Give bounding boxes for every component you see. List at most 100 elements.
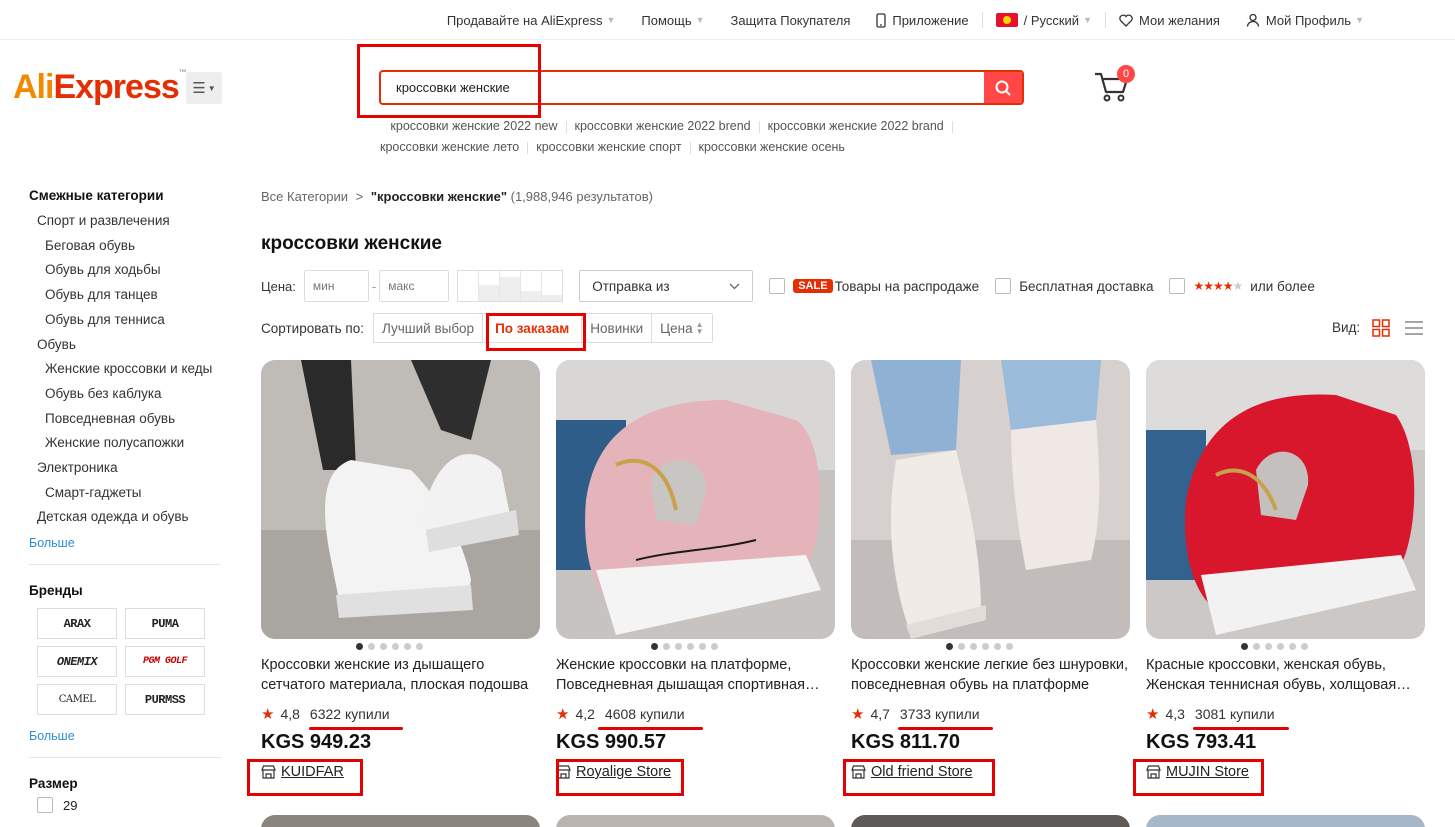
- free-shipping-filter[interactable]: Бесплатная доставка: [995, 278, 1153, 294]
- annotation-underline: [1193, 727, 1289, 730]
- free-shipping-checkbox[interactable]: [995, 278, 1012, 294]
- price-min-input[interactable]: [303, 270, 369, 302]
- buyer-protection-label: Защита Покупателя: [730, 12, 851, 28]
- sold-count: 3733 купили: [899, 706, 980, 722]
- sale-filter[interactable]: SALE Товары на распродаже: [769, 278, 979, 294]
- profile-link[interactable]: Мой Профиль ▼: [1233, 13, 1377, 28]
- sale-checkbox[interactable]: [769, 278, 786, 294]
- star-icon: ★: [261, 706, 275, 723]
- chevron-down-icon: ▼: [606, 15, 616, 25]
- wishlist-label: Мои желания: [1139, 12, 1220, 28]
- product-image-next-row: [261, 815, 540, 827]
- sell-link[interactable]: Продавайте на AliExpress ▼: [434, 13, 629, 28]
- chevron-down-icon: [729, 283, 740, 289]
- brands-more-link[interactable]: Больше: [29, 729, 229, 743]
- search-suggestions: кроссовки женские 2022 new кроссовки женс…: [380, 116, 1080, 158]
- brand-logo-button[interactable]: ONEMIX: [37, 646, 117, 678]
- category-link[interactable]: Спорт и развлечения: [29, 209, 229, 234]
- language-selector[interactable]: / Русский ▼: [983, 13, 1105, 28]
- divider: [758, 120, 760, 133]
- product-image[interactable]: [261, 360, 540, 639]
- category-link[interactable]: Обувь: [29, 333, 229, 358]
- category-link[interactable]: Беговая обувь: [29, 234, 229, 259]
- category-link[interactable]: Электроника: [29, 456, 229, 481]
- cart-count-badge: 0: [1117, 65, 1135, 83]
- image-carousel-dots[interactable]: [946, 643, 1013, 650]
- category-link[interactable]: Обувь для ходьбы: [29, 258, 229, 283]
- brand-logo-button[interactable]: CAMEL: [37, 684, 117, 716]
- product-image[interactable]: [851, 360, 1130, 639]
- product-title[interactable]: Кроссовки женские легкие без шнуровки, п…: [851, 655, 1133, 695]
- rating-filter[interactable]: ★★★★★ или более: [1169, 278, 1315, 294]
- sell-label: Продавайте на AliExpress: [446, 12, 603, 28]
- product-image[interactable]: [556, 360, 835, 639]
- suggestion-link[interactable]: кроссовки женские лето: [380, 140, 519, 154]
- filter-bar: Цена: - Отправка из SALE Товары на распр…: [261, 270, 1315, 302]
- help-link[interactable]: Помощь ▼: [628, 13, 717, 28]
- product-card[interactable]: [261, 360, 540, 639]
- image-carousel-dots[interactable]: [1241, 643, 1308, 650]
- search-icon: [995, 80, 1011, 96]
- product-card[interactable]: [1146, 360, 1425, 639]
- app-link[interactable]: Приложение: [863, 13, 981, 28]
- star-icon: ★: [1146, 706, 1160, 723]
- suggestion-link[interactable]: кроссовки женские 2022 new: [390, 119, 557, 133]
- search-button[interactable]: [984, 72, 1022, 103]
- category-link[interactable]: Женские кроссовки и кеды: [29, 357, 229, 382]
- image-carousel-dots[interactable]: [356, 643, 423, 650]
- rating-value: 4,3: [1165, 706, 1185, 722]
- brand-logo-button[interactable]: PGM GOLF: [125, 646, 205, 678]
- buyer-protection-link[interactable]: Защита Покупателя: [718, 13, 864, 28]
- category-link[interactable]: Смарт-гаджеты: [29, 481, 229, 506]
- sort-price[interactable]: Цена ▲ ▼: [652, 314, 711, 342]
- product-card[interactable]: [556, 360, 835, 639]
- product-rating: ★ 4,7 3733 купили: [851, 705, 980, 723]
- product-card[interactable]: [851, 360, 1130, 639]
- logo-part1: Ali: [13, 68, 54, 106]
- user-icon: [1246, 13, 1260, 27]
- sort-price-label: Цена: [660, 320, 693, 336]
- category-link[interactable]: Обувь для танцев: [29, 283, 229, 308]
- sale-badge: SALE: [793, 279, 833, 293]
- star-icon: ★: [556, 706, 570, 723]
- grid-view-icon[interactable]: [1372, 319, 1390, 337]
- size-option[interactable]: 29: [29, 797, 229, 814]
- list-view-icon[interactable]: [1404, 320, 1424, 336]
- brand-logo-button[interactable]: PURMSS: [125, 684, 205, 716]
- ship-from-dropdown[interactable]: Отправка из: [579, 270, 754, 302]
- category-link[interactable]: Детская одежда и обувь: [29, 505, 229, 530]
- size-checkbox[interactable]: [37, 797, 53, 814]
- product-title[interactable]: Женские кроссовки на платформе, Повседне…: [556, 655, 838, 695]
- category-link[interactable]: Обувь без каблука: [29, 382, 229, 407]
- product-title[interactable]: Кроссовки женские из дышащего сетчатого …: [261, 655, 543, 695]
- brand-logo-button[interactable]: PUMA: [125, 608, 205, 640]
- aliexpress-logo[interactable]: AliExpress™: [13, 68, 187, 107]
- suggestion-link[interactable]: кроссовки женские спорт: [536, 140, 681, 154]
- category-link[interactable]: Женские полусапожки: [29, 431, 229, 456]
- category-link[interactable]: Повседневная обувь: [29, 407, 229, 432]
- categories-more-link[interactable]: Больше: [29, 536, 229, 550]
- sold-count: 4608 купили: [604, 706, 685, 722]
- suggestion-link[interactable]: кроссовки женские 2022 brand: [768, 119, 944, 133]
- brand-logo-button[interactable]: ARAX: [37, 608, 117, 640]
- image-carousel-dots[interactable]: [651, 643, 718, 650]
- histogram-bin: [542, 271, 563, 301]
- rating-value: 4,2: [575, 706, 595, 722]
- suggestion-link[interactable]: кроссовки женские 2022 brend: [575, 119, 751, 133]
- categories-menu-button[interactable]: ☰ ▼: [186, 72, 222, 104]
- product-rating: ★ 4,2 4608 купили: [556, 705, 685, 723]
- category-link[interactable]: Обувь для тенниса: [29, 308, 229, 333]
- price-max-input[interactable]: [379, 270, 450, 302]
- sort-best-match[interactable]: Лучший выбор: [374, 314, 484, 342]
- sort-arrows-icon: ▲ ▼: [695, 320, 704, 336]
- breadcrumb-root-link[interactable]: Все Категории: [261, 189, 348, 204]
- rating-value: 4,7: [870, 706, 890, 722]
- sort-newest[interactable]: Новинки: [582, 314, 653, 342]
- product-title[interactable]: Красные кроссовки, женская обувь, Женска…: [1146, 655, 1428, 695]
- rating-checkbox[interactable]: [1169, 278, 1186, 294]
- price-histogram[interactable]: [457, 270, 564, 302]
- logo-part2: Express: [53, 68, 179, 106]
- wishlist-link[interactable]: Мои желания: [1106, 13, 1233, 28]
- product-image[interactable]: [1146, 360, 1425, 639]
- suggestion-link[interactable]: кроссовки женские осень: [699, 140, 845, 154]
